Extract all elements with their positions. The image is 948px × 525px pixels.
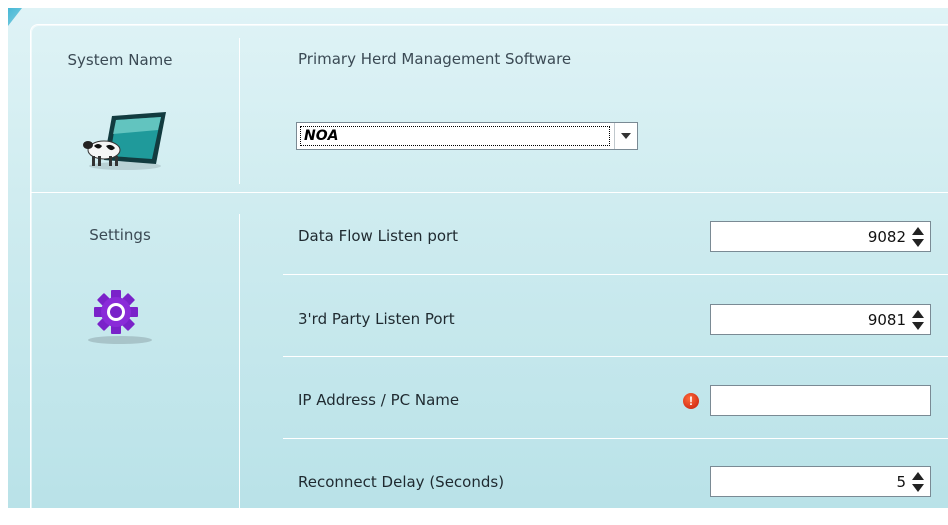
data-flow-port-label: Data Flow Listen port <box>298 227 459 245</box>
spin-down-icon[interactable] <box>912 322 924 330</box>
reconnect-delay-value: 5 <box>896 473 906 491</box>
error-icon: ! <box>683 393 699 409</box>
third-party-port-label: 3'rd Party Listen Port <box>298 310 455 328</box>
row-divider <box>283 438 948 439</box>
settings-label: Settings <box>89 226 151 244</box>
third-party-port-spinner[interactable]: 9081 <box>710 304 931 335</box>
spin-up-icon[interactable] <box>912 472 924 480</box>
row-divider <box>283 274 948 275</box>
spin-up-icon[interactable] <box>912 310 924 318</box>
cow-monitor-icon <box>82 108 168 172</box>
spin-down-icon[interactable] <box>912 484 924 492</box>
third-party-port-value: 9081 <box>867 311 906 329</box>
primary-software-label: Primary Herd Management Software <box>298 50 572 68</box>
dropdown-selected-value: NOA <box>300 126 610 146</box>
gear-icon <box>80 283 160 347</box>
reconnect-delay-label: Reconnect Delay (Seconds) <box>298 473 505 491</box>
section-divider <box>31 192 948 193</box>
data-flow-port-spinner[interactable]: 9082 <box>710 221 931 252</box>
system-name-label: System Name <box>67 51 173 69</box>
ip-address-input[interactable] <box>710 385 931 416</box>
row-divider <box>283 356 948 357</box>
column-divider-bottom <box>239 214 240 516</box>
column-divider-top <box>239 38 240 184</box>
spin-up-icon[interactable] <box>912 227 924 235</box>
spin-down-icon[interactable] <box>912 239 924 247</box>
dropdown-arrow-icon[interactable] <box>614 123 637 149</box>
reconnect-delay-spinner[interactable]: 5 <box>710 466 931 497</box>
herd-software-dropdown[interactable]: NOA <box>296 122 638 150</box>
data-flow-port-value: 9082 <box>867 228 906 246</box>
ip-address-label: IP Address / PC Name <box>298 391 460 409</box>
